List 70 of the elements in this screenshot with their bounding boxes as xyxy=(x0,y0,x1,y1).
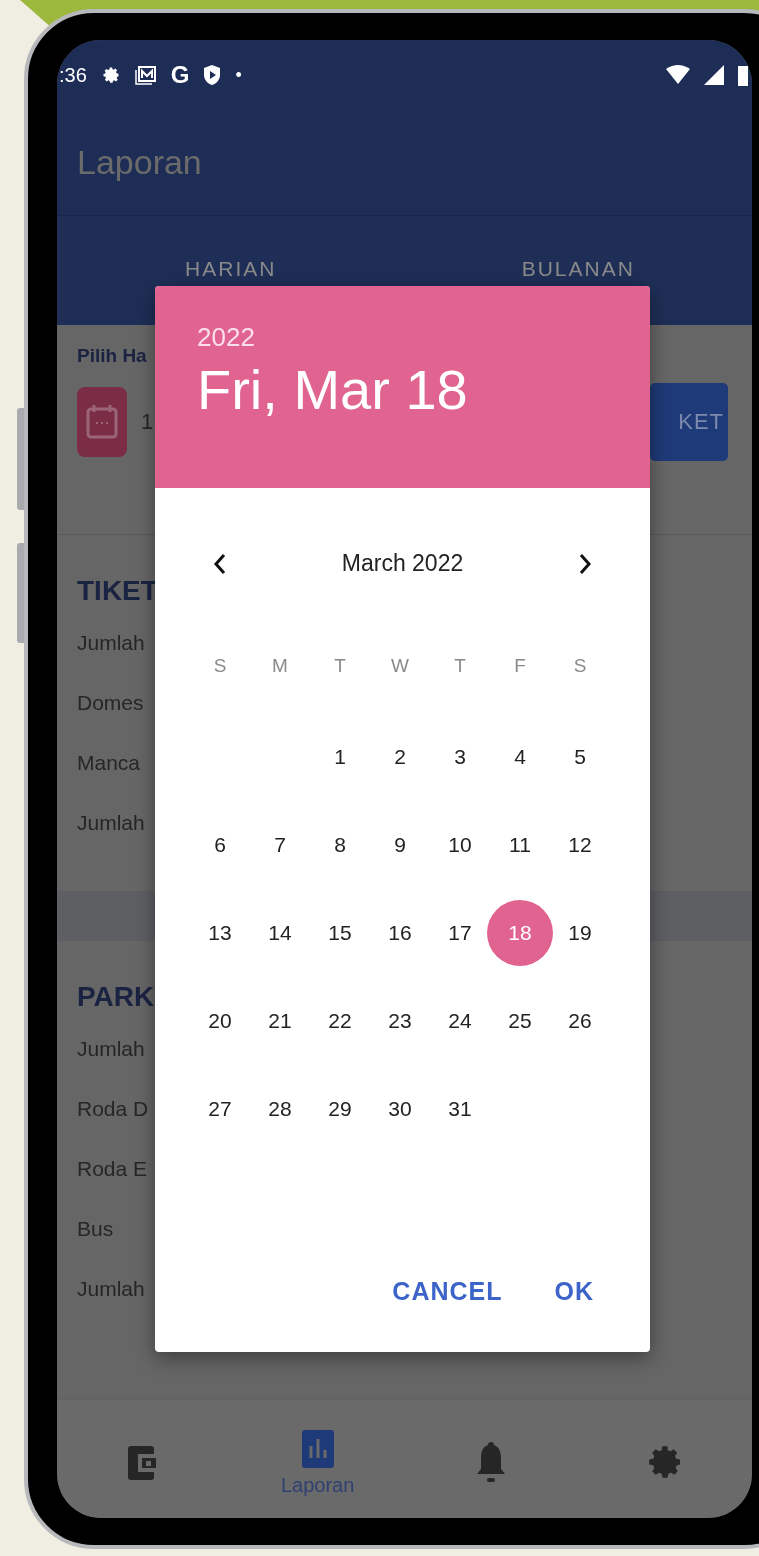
google-mark: G xyxy=(170,61,190,89)
weekday-label: M xyxy=(271,655,289,677)
calendar-day[interactable]: 31 xyxy=(433,1082,487,1136)
calendar-day[interactable]: 28 xyxy=(253,1082,307,1136)
calendar-day[interactable]: 16 xyxy=(373,906,427,960)
calendar-day[interactable]: 3 xyxy=(433,730,487,784)
weekday-label: S xyxy=(212,655,228,677)
section-title: PARK xyxy=(77,981,155,1013)
date-value: 1 xyxy=(141,409,154,435)
calendar-day[interactable]: 17 xyxy=(433,906,487,960)
calendar-day[interactable]: 2 xyxy=(373,730,427,784)
app-title: Laporan xyxy=(77,143,202,182)
weekday-label: S xyxy=(572,655,588,677)
weekday-label: T xyxy=(333,655,347,677)
report-tab[interactable]: BULANAN xyxy=(404,257,752,281)
calendar-day[interactable]: 19 xyxy=(553,906,607,960)
dialog-button[interactable]: CANCEL xyxy=(386,1269,509,1314)
row-label: Jumlah xyxy=(77,630,145,656)
row-label: Manca xyxy=(77,750,141,776)
shield-icon xyxy=(203,64,222,86)
calendar-day[interactable]: 15 xyxy=(313,906,367,960)
weekday-label: W xyxy=(390,655,410,677)
row-label: Roda E xyxy=(77,1156,148,1182)
calendar-day[interactable]: 9 xyxy=(373,818,427,872)
calendar-day[interactable]: 12 xyxy=(553,818,607,872)
section-title: TIKET xyxy=(77,575,158,607)
calendar-day[interactable]: 27 xyxy=(193,1082,247,1136)
battery-icon xyxy=(738,64,748,86)
calendar-icon[interactable] xyxy=(77,387,127,457)
calendar-day[interactable]: 14 xyxy=(253,906,307,960)
bar-chart-icon xyxy=(301,1427,334,1468)
calendar-day[interactable]: 11 xyxy=(493,818,547,872)
calendar-day[interactable]: 4 xyxy=(493,730,547,784)
photo-icon xyxy=(134,65,157,85)
notification-dot: • xyxy=(235,64,242,86)
calendar-day[interactable]: 24 xyxy=(433,994,487,1048)
calendar-day[interactable]: 21 xyxy=(253,994,307,1048)
calendar-day[interactable]: 20 xyxy=(193,994,247,1048)
row-label: Jumlah xyxy=(77,1036,145,1062)
calendar-day[interactable]: 25 xyxy=(493,994,547,1048)
calendar-day[interactable]: 5 xyxy=(553,730,607,784)
calendar-day[interactable]: 1 xyxy=(313,730,367,784)
signal-icon xyxy=(704,65,724,85)
row-label: Jumlah xyxy=(77,810,145,836)
calendar-day[interactable]: 30 xyxy=(373,1082,427,1136)
status-time: :36 xyxy=(59,63,87,87)
report-tab[interactable]: HARIAN xyxy=(57,257,405,281)
calendar-day[interactable]: 26 xyxy=(553,994,607,1048)
calendar-day[interactable]: 29 xyxy=(313,1082,367,1136)
next-month-icon[interactable] xyxy=(578,552,592,575)
calendar-day[interactable]: 13 xyxy=(193,906,247,960)
previous-month-icon[interactable] xyxy=(213,552,227,575)
row-label: Bus xyxy=(77,1216,114,1242)
calendar-day[interactable]: 10 xyxy=(433,818,487,872)
calendar-day[interactable]: 23 xyxy=(373,994,427,1048)
calendar-day[interactable]: 7 xyxy=(253,818,307,872)
date-filter-label: Pilih Ha xyxy=(77,345,148,367)
weekday-label: F xyxy=(513,655,527,677)
row-label: Jumlah xyxy=(77,1276,145,1302)
row-label: Domes xyxy=(77,690,144,716)
dialog-button[interactable]: OK xyxy=(548,1269,600,1314)
calendar-day[interactable]: 6 xyxy=(193,818,247,872)
selected-date: Fri, Mar 18 xyxy=(197,357,469,422)
wifi-icon xyxy=(666,65,690,85)
month-label: March 2022 xyxy=(341,550,464,577)
calendar-day[interactable]: 8 xyxy=(313,818,367,872)
weekday-label: T xyxy=(453,655,467,677)
row-label: Roda D xyxy=(77,1096,149,1122)
calendar-day[interactable]: 22 xyxy=(313,994,367,1048)
bell-icon xyxy=(476,1440,507,1484)
